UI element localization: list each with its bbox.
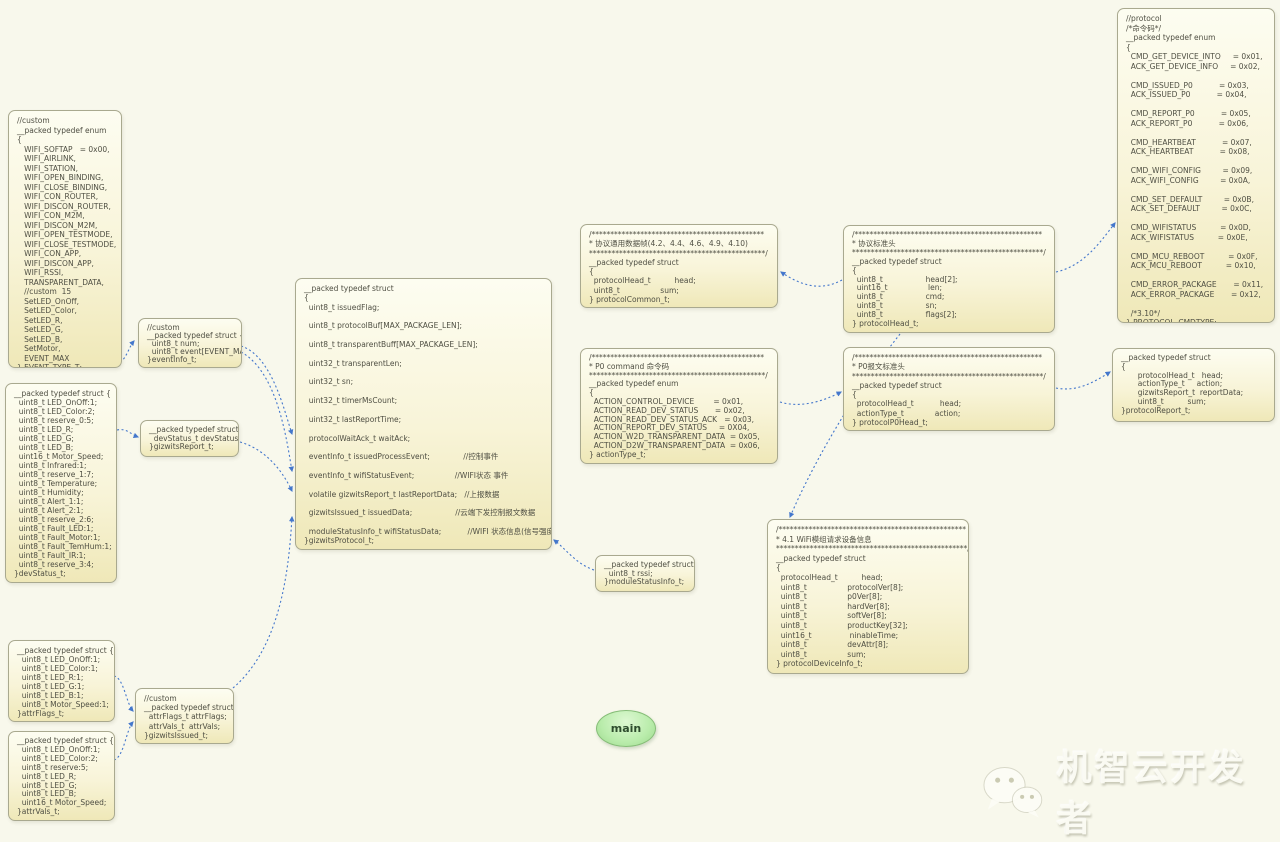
protocol-cmdtype-enum-box: //protocol /*命令码*/ __packed typedef enum…	[1117, 8, 1275, 323]
attr-vals-struct-box: __packed typedef struct { uint8_t LED_On…	[8, 731, 115, 821]
attr-flags-struct-box-code: __packed typedef struct { uint8_t LED_On…	[17, 646, 106, 718]
conn-modulestatus-to-protocol	[554, 540, 594, 570]
gizwits-report-struct-box-code: __packed typedef struct { devStatus_t de…	[149, 426, 230, 452]
wechat-icon	[982, 764, 1043, 818]
gizwits-protocol-struct-box-code: __packed typedef struct { uint8_t issued…	[304, 284, 543, 546]
attr-flags-struct-box: __packed typedef struct { uint8_t LED_On…	[8, 640, 115, 722]
protocol-cmdtype-enum-box-code: //protocol /*命令码*/ __packed typedef enum…	[1126, 14, 1266, 323]
event-info-struct-box-code: //custom __packed typedef struct { uint8…	[147, 324, 233, 364]
action-type-enum-box: /***************************************…	[580, 348, 778, 464]
conn-actiontype-to-p0head	[780, 392, 841, 404]
event-type-enum-box-code: //custom __packed typedef enum { WIFI_SO…	[17, 116, 113, 368]
attr-vals-struct-box-code: __packed typedef struct { uint8_t LED_On…	[17, 737, 106, 817]
dev-status-struct-box: __packed typedef struct { uint8_t LED_On…	[5, 383, 117, 583]
protocol-device-info-struct-box-code: /***************************************…	[776, 525, 960, 669]
main-node: main	[596, 710, 656, 747]
conn-protocolhead-to-cmdtype	[1056, 223, 1115, 272]
conn-attrvals-to-gizwitsissued	[114, 722, 133, 760]
conn-attrflags-to-gizwitsissued	[114, 676, 133, 711]
event-type-enum-box: //custom __packed typedef enum { WIFI_SO…	[8, 110, 122, 368]
conn-gizwitsreport-to-protocol	[240, 442, 292, 491]
conn-devstatus-to-gizwitsreport	[117, 430, 138, 437]
conn-p0head-to-report	[1056, 372, 1110, 389]
protocol-report-struct-box-code: __packed typedef struct { protocolHead_t…	[1121, 354, 1266, 416]
main-node-label: main	[611, 722, 642, 735]
gizwits-protocol-struct-box: __packed typedef struct { uint8_t issued…	[295, 278, 552, 550]
protocol-common-struct-box: /***************************************…	[580, 224, 778, 308]
action-type-enum-box-code: /***************************************…	[589, 354, 769, 460]
conn-protocolhead-to-common	[781, 272, 842, 286]
conn-gizwitsissued-to-protocol	[233, 517, 292, 688]
diagram-canvas: //custom __packed typedef enum { WIFI_SO…	[0, 0, 1280, 826]
conn-eventinfo-to-protocol-1	[241, 346, 292, 434]
protocol-device-info-struct-box: /***************************************…	[767, 519, 969, 674]
gizwits-report-struct-box: __packed typedef struct { devStatus_t de…	[140, 420, 239, 457]
watermark: 机智云开发者	[982, 740, 1280, 842]
gizwits-issued-struct-box: //custom __packed typedef struct { attrF…	[135, 688, 234, 744]
protocol-head-struct-box: /***************************************…	[843, 225, 1055, 333]
watermark-text: 机智云开发者	[1057, 740, 1280, 842]
dev-status-struct-box-code: __packed typedef struct { uint8_t LED_On…	[14, 389, 108, 578]
protocol-p0-head-struct-box: /***************************************…	[843, 347, 1055, 431]
event-info-struct-box: //custom __packed typedef struct { uint8…	[138, 318, 242, 368]
protocol-common-struct-box-code: /***************************************…	[589, 230, 769, 304]
conn-eventinfo-to-protocol-2	[241, 352, 292, 471]
module-status-info-struct-box-code: __packed typedef struct { uint8_t rssi; …	[604, 561, 686, 587]
module-status-info-struct-box: __packed typedef struct { uint8_t rssi; …	[595, 555, 695, 592]
protocol-head-struct-box-code: /***************************************…	[852, 231, 1046, 329]
protocol-p0-head-struct-box-code: /***************************************…	[852, 353, 1046, 427]
protocol-report-struct-box: __packed typedef struct { protocolHead_t…	[1112, 348, 1275, 422]
gizwits-issued-struct-box-code: //custom __packed typedef struct { attrF…	[144, 694, 225, 740]
